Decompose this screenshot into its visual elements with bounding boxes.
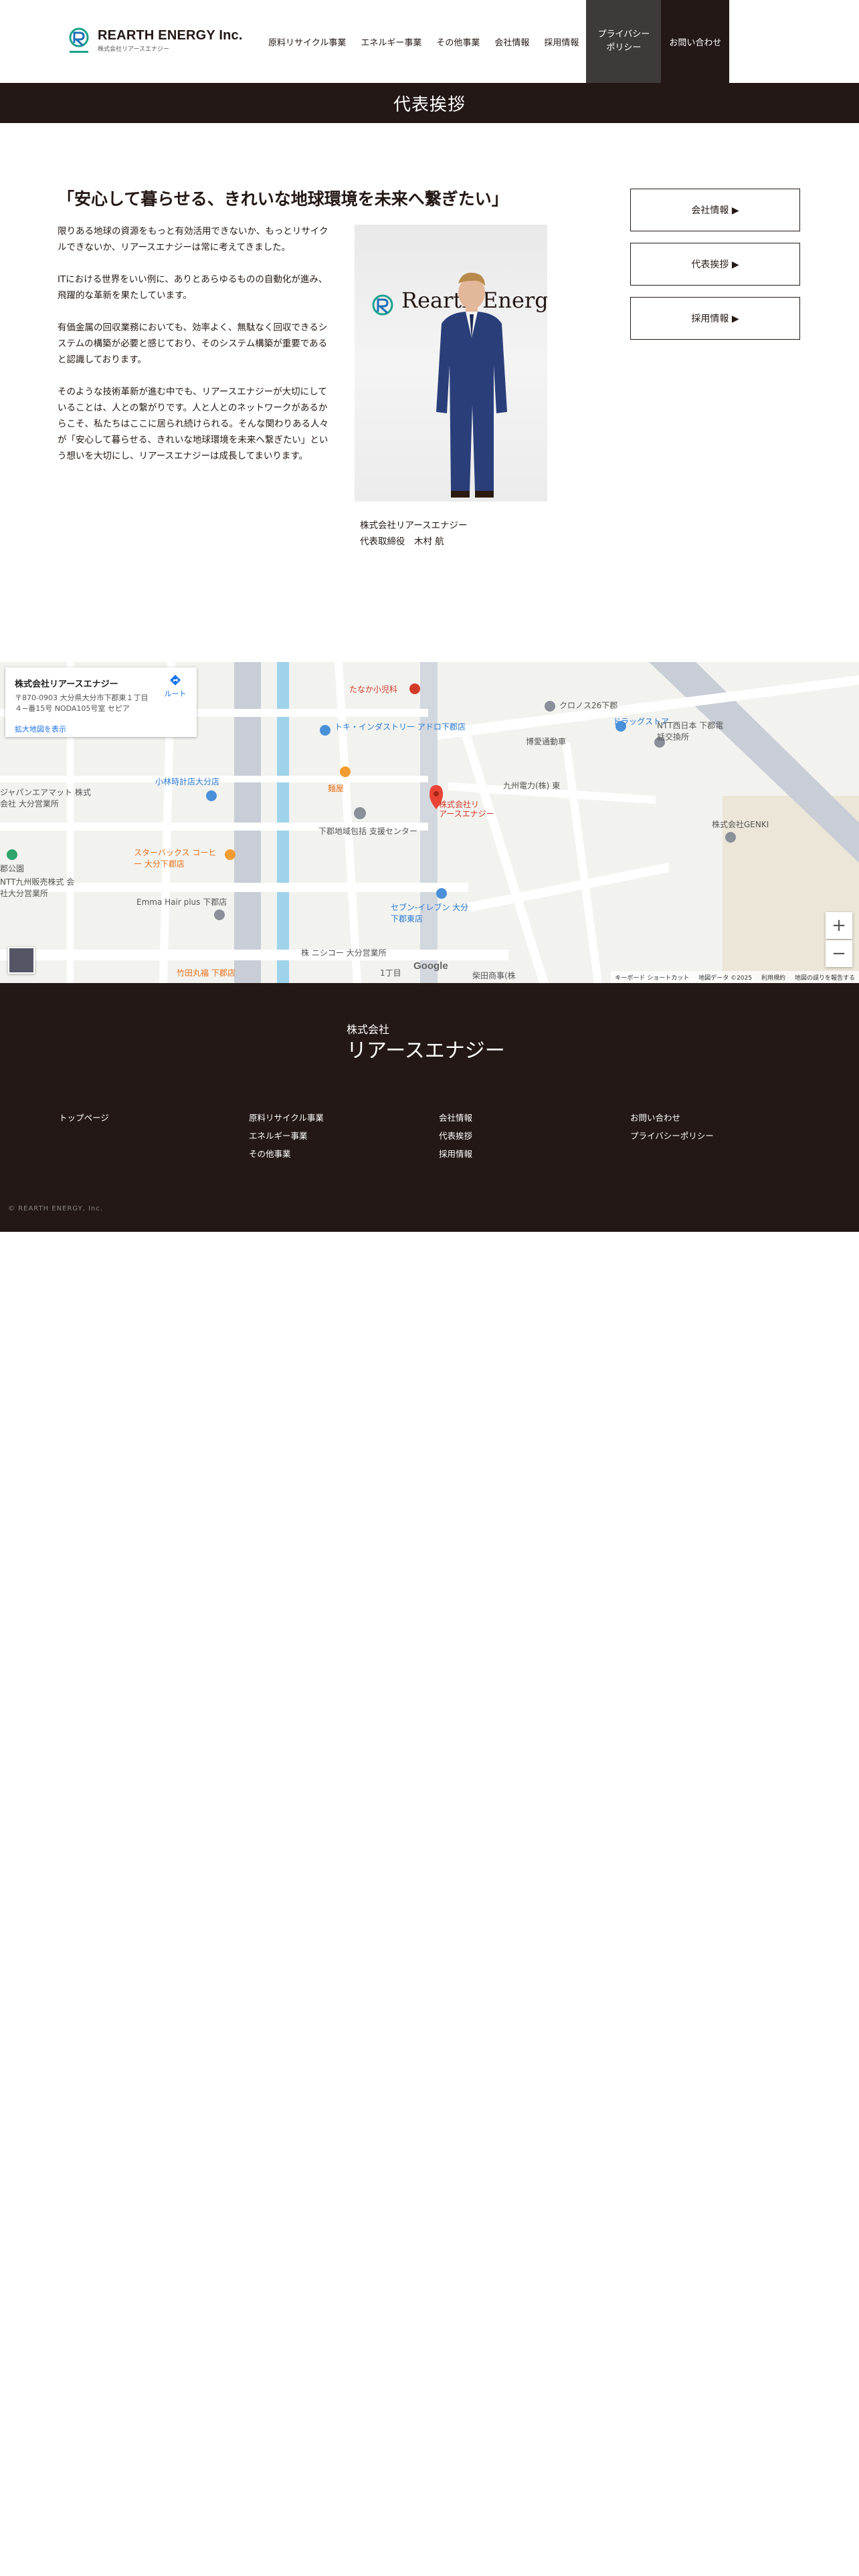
map-label-chome: 1丁目: [380, 968, 401, 978]
map-layers-button[interactable]: [8, 947, 35, 974]
map-route-label: ルート: [164, 689, 187, 698]
map-label-kobayashi: 小林時計店大分店: [155, 777, 220, 786]
caption-name: 代表取締役 木村 航: [360, 536, 444, 547]
google-logo: Google: [413, 960, 448, 972]
footer-link-privacy[interactable]: プライバシーポリシー: [630, 1127, 714, 1145]
footer-link-recruit[interactable]: 採用情報: [439, 1145, 472, 1163]
map-marker-label: 株式会社リ アースエナジー: [439, 800, 494, 819]
logo-sub-text: 株式会社リアースエナジー: [98, 46, 170, 53]
map-label-shimogori: 下郡地域包括 支援センター: [318, 827, 417, 836]
page-title: 代表挨拶: [0, 83, 859, 123]
map-label-kurokono: クロノス26下郡: [559, 701, 618, 710]
site-footer: 株式会社 リアースエナジー トップページ 原料リサイクル事業 エネルギー事業 そ…: [0, 983, 859, 1232]
map-label-kyushu: 九州電力(株) 東: [503, 781, 561, 790]
nav-material-recycle[interactable]: 原料リサイクル事業: [261, 0, 353, 83]
footer-link-other-business[interactable]: その他事業: [249, 1145, 324, 1163]
map-label-starbucks: スターバックス コーヒー 大分下郡店: [134, 848, 217, 869]
footer-column-business: 原料リサイクル事業 エネルギー事業 その他事業: [249, 1109, 324, 1163]
map-label-emma: Emma Hair plus 下郡店: [136, 897, 227, 907]
nav-privacy-line2: ポリシー: [606, 43, 642, 53]
nav-energy[interactable]: エネルギー事業: [353, 0, 429, 83]
footer-column-top: トップページ: [59, 1109, 109, 1127]
message-paragraph: 限りある地球の資源をもっと有効活用できないか、もっとリサイクルできないか、リアー…: [58, 226, 328, 253]
nav-privacy-policy[interactable]: プライバシー ポリシー: [586, 0, 662, 83]
map-label-muguri: 麺屋: [328, 784, 345, 793]
map-attribution: キーボード ショートカット 地図データ ©2025 利用規約 地図の誤りを報告す…: [611, 971, 859, 983]
logo-main-text: REARTH ENERGY Inc.: [98, 28, 243, 43]
side-button-ceo-message[interactable]: 代表挨拶 ▶: [630, 243, 800, 286]
map-label-shibata: 柴田商事(株: [472, 971, 516, 980]
map-label-hakata: 博愛通動車: [526, 737, 567, 746]
map-label-nishiko: 株 ニシコー 大分営業所: [301, 948, 387, 958]
message-paragraph: ITにおける世界をいい例に、ありとあらゆるものの自動化が進み、飛躍的な革新を果た…: [58, 274, 328, 301]
map-enlarge-link[interactable]: 拡大地図を表示: [15, 724, 66, 734]
map-terms-link[interactable]: 利用規約: [761, 973, 785, 982]
footer-link-contact[interactable]: お問い合わせ: [630, 1109, 714, 1127]
map-keyboard-shortcuts[interactable]: キーボード ショートカット: [615, 973, 689, 982]
map-place-name: 株式会社リアースエナジー: [15, 679, 118, 689]
footer-link-energy[interactable]: エネルギー事業: [249, 1127, 324, 1145]
map-label-japan: ジャパンエアマット 株式会社 大分営業所: [0, 788, 91, 809]
nav-recruit[interactable]: 採用情報: [537, 0, 586, 83]
map-label-ntt2: NTT九州販売株式 会社大分営業所: [0, 877, 75, 898]
footer-link-material-recycle[interactable]: 原料リサイクル事業: [249, 1109, 324, 1127]
message-headline: 「安心して暮らせる、きれいな地球環境を未来へ繋ぎたい」: [58, 189, 508, 209]
logo-mark-icon: [69, 27, 89, 53]
side-button-recruit[interactable]: 採用情報 ▶: [630, 297, 800, 340]
ceo-photo: Rearth Energy: [355, 225, 547, 502]
map-label-seven: セブン-イレブン 大分下郡東店: [391, 903, 469, 924]
footer-column-contact: お問い合わせ プライバシーポリシー: [630, 1109, 714, 1145]
map-label-tokiya: トキ・インダストリー アドロ下郡店: [335, 722, 466, 732]
footer-logo-large[interactable]: リアースエナジー: [347, 1034, 505, 1063]
footer-column-company: 会社情報 代表挨拶 採用情報: [439, 1109, 472, 1163]
map-data-credit: 地図データ ©2025: [698, 974, 752, 982]
main-nav: 原料リサイクル事業 エネルギー事業 その他事業 会社情報 採用情報 プライバシー…: [261, 0, 730, 83]
site-logo[interactable]: REARTH ENERGY Inc. 株式会社リアースエナジー: [67, 27, 242, 56]
nav-privacy-line1: プライバシー: [597, 29, 650, 39]
map-label-takenaka: たなか小児科: [349, 685, 398, 694]
map-zoom-in-button[interactable]: +: [826, 912, 852, 939]
map-label-ntt: NTT西日本 下郡電話交換所: [657, 721, 724, 742]
map-label-marketname: 竹田丸福 下郡店: [177, 968, 235, 978]
map-place-address: 〒870-0903 大分県大分市下郡東１丁目４−番15号 NODA105号室 セ…: [15, 693, 149, 713]
map-place-card: 株式会社リアースエナジー 〒870-0903 大分県大分市下郡東１丁目４−番15…: [5, 667, 197, 737]
map-route-button[interactable]: ルート: [161, 674, 190, 699]
map-label-genki: 株式会社GENKI: [712, 820, 769, 829]
footer-link-ceo-message[interactable]: 代表挨拶: [439, 1127, 472, 1145]
map-report-link[interactable]: 地図の誤りを報告する: [795, 973, 855, 982]
directions-icon: [170, 675, 181, 685]
side-button-company-info[interactable]: 会社情報 ▶: [630, 189, 800, 231]
nav-other-business[interactable]: その他事業: [429, 0, 487, 83]
nav-company-info[interactable]: 会社情報: [487, 0, 537, 83]
google-map[interactable]: 株式会社リ アースエナジー たなか小児科 トキ・インダストリー アドロ下郡店 麺…: [0, 662, 859, 983]
map-zoom-out-button[interactable]: −: [826, 940, 852, 967]
photo-logo-mark-icon: [372, 294, 393, 316]
ceo-figure-icon: [436, 272, 507, 498]
map-label-koen: 郡公園: [0, 864, 25, 873]
message-paragraph: 有価金属の回収業務においても、効率よく、無駄なく回収できるシステムの構築が必要と…: [58, 322, 328, 365]
ceo-caption: 株式会社リアースエナジー 代表取締役 木村 航: [360, 518, 468, 550]
caption-company: 株式会社リアースエナジー: [360, 520, 468, 531]
nav-contact[interactable]: お問い合わせ: [661, 0, 730, 83]
footer-link-company-info[interactable]: 会社情報: [439, 1109, 472, 1127]
message-body: 限りある地球の資源をもっと有効活用できないか、もっとリサイクルできないか、リアー…: [58, 223, 329, 480]
site-header: REARTH ENERGY Inc. 株式会社リアースエナジー 原料リサイクル事…: [0, 0, 859, 83]
footer-link-top[interactable]: トップページ: [59, 1109, 109, 1127]
copyright: © REARTH ENERGY, Inc.: [8, 1205, 104, 1212]
message-paragraph: そのような技術革新が進む中でも、リアースエナジーが大切にしていることは、人との繋…: [58, 387, 328, 461]
